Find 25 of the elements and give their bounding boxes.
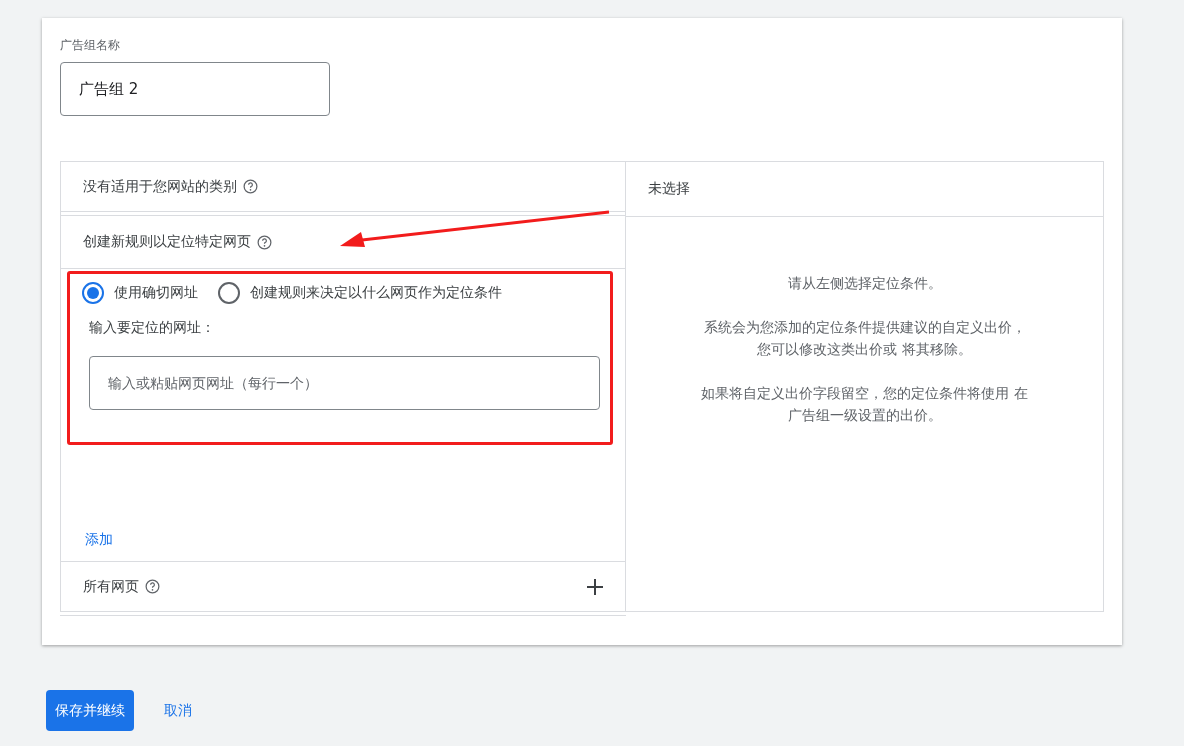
info-paragraph: 请从左侧选择定位条件。 xyxy=(786,274,943,293)
selection-header: 未选择 xyxy=(626,162,1103,217)
info-paragraph: 系统会为您添加的定位条件提供建议的自定义出价，您可以修改这类出价或 将其移除。 xyxy=(702,318,1027,359)
all-pages-row[interactable]: 所有网页 xyxy=(61,562,625,611)
save-continue-button[interactable]: 保存并继续 xyxy=(46,690,134,731)
option-label: 创建规则来决定以什么网页作为定位条件 xyxy=(250,284,502,302)
radio-icon[interactable] xyxy=(82,282,104,304)
info-paragraph: 如果将自定义出价字段留空，您的定位条件将使用 在广告组一级设置的出价。 xyxy=(700,384,1029,425)
url-label: 输入要定位的网址： xyxy=(89,319,216,337)
add-link[interactable]: 添加 xyxy=(85,525,113,553)
help-icon[interactable] xyxy=(243,179,258,194)
radio-option[interactable]: 创建规则来决定以什么网页作为定位条件 xyxy=(218,282,502,304)
plus-icon[interactable] xyxy=(587,578,603,595)
row-label: 没有适用于您网站的类别 xyxy=(83,177,237,196)
option-label: 使用确切网址 xyxy=(114,284,198,302)
radio-icon[interactable] xyxy=(218,282,240,304)
row-label: 创建新规则以定位特定网页 xyxy=(83,233,251,251)
radio-option[interactable]: 使用确切网址 xyxy=(82,282,198,304)
help-icon[interactable] xyxy=(257,234,272,250)
url-input-field[interactable]: 输入或粘贴网页网址（每行一个） xyxy=(89,356,600,410)
field-label: 广告组名称 xyxy=(60,37,121,54)
row-label: 所有网页 xyxy=(83,577,139,596)
name-input-field[interactable]: 广告组 2 xyxy=(60,62,330,116)
help-icon[interactable] xyxy=(145,579,160,594)
cancel-button[interactable]: 取消 xyxy=(152,690,204,731)
